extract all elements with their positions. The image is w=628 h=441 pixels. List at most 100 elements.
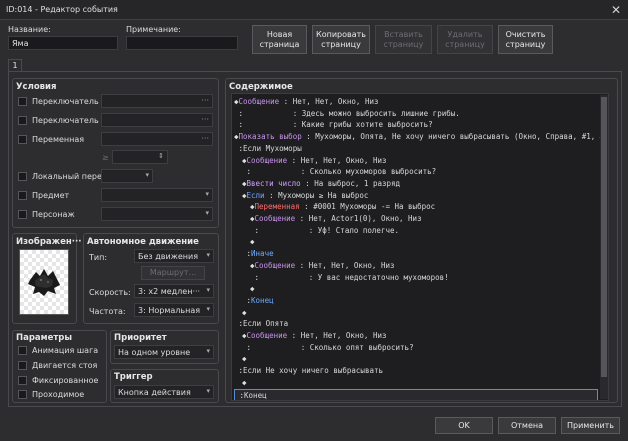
command-args: : На выброс, 1 разряд [300,178,401,188]
scrollbar-thumb[interactable] [601,97,607,377]
chevron-down-icon: ▾ [206,387,210,395]
command-row[interactable]: : : Сколько опят выбросить? [234,342,598,354]
ok-button[interactable]: OK [435,417,493,434]
trigger-title: Триггер [114,372,153,382]
continuation-mark: : [242,167,252,177]
frequency-select[interactable]: 3: Нормальная ▾ [134,303,214,317]
clear-page-button[interactable]: Очистить страницу [498,25,553,54]
switch2-checkbox[interactable] [18,116,27,125]
switch1-select[interactable]: ··· [101,94,213,108]
command-row[interactable]: ◆Если : Мухоморы ≥ На выброс [234,190,598,202]
command-list[interactable]: ◆Сообщение : Нет, Нет, Окно, Низ : : Зде… [231,93,609,401]
command-row[interactable]: ◆Сообщение : Нет, Нет, Окно, Низ [234,96,598,108]
command-row[interactable]: ◆ [234,283,598,295]
through-checkbox[interactable] [18,390,27,399]
route-button[interactable]: Маршрут... [141,266,205,280]
speed-label: Скорость: [89,288,131,297]
priority-select[interactable]: На одном уровне ▾ [114,345,214,359]
command-row[interactable]: : : Здесь можно выбросить лишние грибы. [234,108,598,120]
walking-anim-checkbox[interactable] [18,346,27,355]
trigger-value: Кнопка действия [118,388,191,397]
apply-button[interactable]: Применить [561,417,620,434]
variable-checkbox[interactable] [18,135,27,144]
switch2-select[interactable]: ··· [101,113,213,127]
through-label: Проходимое [32,390,85,399]
command-args: : Какие грибы хотите выбросить? [243,120,433,130]
continuation-mark: : [234,120,244,130]
direction-fix-checkbox[interactable] [18,376,27,385]
clear-page-label-1: Очистить [505,29,546,39]
command-row[interactable]: : : Сколько мухоморов выбросить? [234,166,598,178]
command-row[interactable]: ◆ [234,307,598,319]
self-switch-checkbox[interactable] [18,172,27,181]
clear-page-label-2: страницу [505,39,546,49]
command-name: Конец [251,295,274,305]
movement-type-value: Без движения [138,252,199,261]
note-field[interactable] [126,36,238,50]
command-row[interactable]: ◆ [234,236,598,248]
command-row[interactable]: ◆Сообщение : Нет, Нет, Окно, Низ [234,260,598,272]
actor-checkbox[interactable] [18,210,27,219]
diamond-icon: ◆ [242,354,247,364]
continuation-mark: : [234,143,244,153]
stepping-anim-checkbox[interactable] [18,361,27,370]
item-checkbox[interactable] [18,191,27,200]
command-args: : Нет, Нет, Окно, Низ [287,155,387,165]
switch1-checkbox[interactable] [18,97,27,106]
command-row[interactable]: ◆Сообщение : Нет, Нет, Окно, Низ [234,330,598,342]
movement-type-select[interactable]: Без движения ▾ [134,249,214,263]
command-row[interactable]: : : Какие грибы хотите выбросить? [234,119,598,131]
command-name: Если Не хочу ничего выбрасывать [243,366,384,376]
variable-value-spinner[interactable]: ⇕ [112,150,168,164]
trigger-select[interactable]: Кнопка действия ▾ [114,385,214,399]
command-row[interactable]: :Конец [234,388,598,400]
spinner-arrows-icon: ⇕ [158,152,164,160]
actor-select[interactable]: ▾ [101,207,213,221]
continuation-mark: : [234,319,244,329]
command-args: : Мухоморы, Опята, Не хочу ничего выбрас… [301,132,609,142]
command-row[interactable]: ◆Сообщение : Нет, Actor1(0), Окно, Низ [234,213,598,225]
command-name: Если Опята [243,319,289,329]
command-row[interactable]: ◆Сообщение : Нет, Нет, Окно, Низ [234,155,598,167]
command-row[interactable]: :Конец [234,295,598,307]
command-row[interactable]: ◆Показать выбор : Мухоморы, Опята, Не хо… [234,131,608,143]
item-select[interactable]: ▾ [101,188,213,202]
command-row[interactable]: :Если Не хочу ничего выбрасывать [234,365,598,377]
speed-select[interactable]: 3: x2 медлен··· ▾ [134,284,214,298]
command-name: Показать выбор [238,132,302,142]
command-row[interactable]: :Если Опята [234,318,598,330]
name-label: Название: [8,25,51,34]
paste-page-button[interactable]: Вставить страницу [375,25,432,54]
command-row[interactable]: ◆Ввести число : На выброс, 1 разряд [234,178,598,190]
self-switch-select[interactable]: ▾ [101,169,153,183]
name-field[interactable]: Яма [8,36,118,50]
command-row[interactable]: : : У вас недостаточно мухоморов! [234,272,598,284]
command-row[interactable]: : : Уф! Стало полегче. [234,225,598,237]
command-row[interactable]: ◆Переменная : #0001 Мухоморы -= На выбро… [234,201,598,213]
continuation-mark: : [234,108,244,118]
continuation-mark: : [235,390,245,400]
command-name: Сообщение [246,331,288,340]
new-page-button[interactable]: Новая страница [252,25,307,54]
copy-page-button[interactable]: Копировать страницу [312,25,370,54]
command-row[interactable]: ◆ [234,377,598,389]
close-icon[interactable]: ✕ [608,2,624,18]
command-row[interactable]: ◆ [234,353,598,365]
command-args: : Нет, Нет, Окно, Низ [295,260,395,270]
command-args: : Уф! Стало полегче. [259,225,400,235]
variable-select[interactable]: ··· [101,132,213,146]
event-image-preview[interactable] [19,249,69,315]
command-name: Сообщение [254,214,296,223]
command-args: : Сколько мухоморов выбросить? [251,167,437,177]
contents-title: Содержимое [229,82,293,92]
command-row[interactable]: :Если Мухоморы [234,143,598,155]
cancel-button[interactable]: Отмена [498,417,556,434]
delete-page-button[interactable]: Удалить страницу [437,25,493,54]
command-row[interactable]: :Иначе [234,248,598,260]
command-name: Иначе [251,249,274,259]
image-title: Изображен··· [16,237,82,247]
paste-page-label-1: Вставить [384,29,423,39]
actor-label: Персонаж [32,210,75,219]
command-name: Сообщение [246,155,288,165]
command-args: : Здесь можно выбросить лишние грибы. [243,108,460,118]
